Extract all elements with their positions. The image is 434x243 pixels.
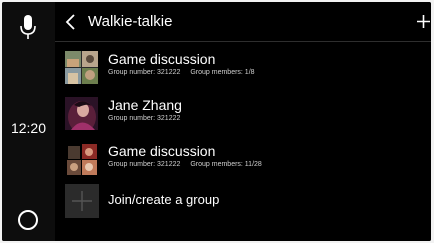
join-create-group-button[interactable]: Join/create a group: [55, 178, 431, 224]
group-list-item[interactable]: Game discussion Group number: 321222 Gro…: [55, 44, 431, 90]
join-create-label: Join/create a group: [108, 192, 220, 207]
app-screen: 12:20 Walkie-talkie Game discussion Grou…: [2, 2, 431, 241]
sidebar: 12:20: [2, 2, 55, 241]
group-details: Group number: 321222 Group members: 11/2…: [108, 161, 262, 168]
group-list-item[interactable]: Game discussion Group number: 321222 Gro…: [55, 136, 431, 182]
group-number: Group number: 321222: [108, 69, 181, 76]
group-avatar-collage: [65, 51, 98, 84]
microphone-icon[interactable]: [16, 14, 40, 40]
plus-icon[interactable]: [416, 14, 431, 29]
contact-list-item[interactable]: Jane Zhang Group number: 321222: [55, 90, 431, 136]
group-members: Group members: 1/8: [190, 69, 255, 76]
clock-time: 12:20: [10, 120, 47, 136]
plus-icon: [65, 184, 99, 218]
group-name: Game discussion: [108, 51, 216, 67]
group-details: Group number: 321222 Group members: 1/8: [108, 69, 255, 76]
group-avatar-collage: [65, 143, 98, 176]
contact-name: Jane Zhang: [108, 97, 182, 113]
group-name: Game discussion: [108, 143, 216, 159]
contact-details: Group number: 321222: [108, 115, 180, 122]
header-bar: Walkie-talkie: [55, 2, 431, 42]
group-number: Group number: 321222: [108, 115, 181, 122]
main-panel: Walkie-talkie Game discussion Group numb…: [55, 2, 431, 241]
chevron-left-icon[interactable]: [64, 13, 78, 31]
contact-avatar-photo: [65, 97, 98, 130]
page-title: Walkie-talkie: [88, 13, 173, 30]
group-number: Group number: 321222: [108, 161, 181, 168]
group-members: Group members: 11/28: [190, 161, 262, 168]
home-circle-icon[interactable]: [18, 210, 38, 230]
